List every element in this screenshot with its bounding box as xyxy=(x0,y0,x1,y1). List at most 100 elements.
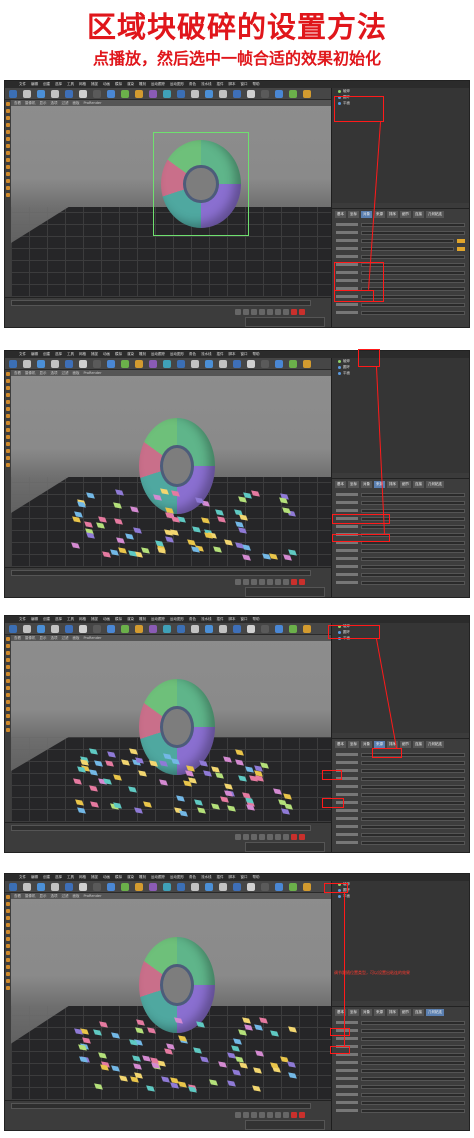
tool-icon[interactable] xyxy=(6,130,10,134)
menu-item[interactable]: 运动图形 xyxy=(170,82,184,87)
menu-item[interactable]: 创建 xyxy=(43,875,50,880)
attribute-tab[interactable]: 坐标 xyxy=(348,740,359,748)
toolbar-button[interactable] xyxy=(149,360,157,368)
attribute-field[interactable] xyxy=(361,832,465,837)
coordinate-fields[interactable] xyxy=(245,587,325,597)
attribute-field[interactable] xyxy=(361,222,465,227)
menu-item[interactable]: 模拟 xyxy=(115,82,122,87)
menu-item[interactable]: 流水线 xyxy=(201,617,212,622)
attribute-field[interactable] xyxy=(361,776,465,781)
tool-icon[interactable] xyxy=(6,393,10,397)
menu-item[interactable]: 模拟 xyxy=(115,875,122,880)
toolbar-button[interactable] xyxy=(37,625,45,633)
menu-item[interactable]: 文件 xyxy=(19,352,26,357)
menu-item[interactable]: 渲染 xyxy=(127,352,134,357)
viewport-menu-item[interactable]: 过滤 xyxy=(62,371,69,376)
play-button[interactable] xyxy=(259,834,265,840)
attribute-field[interactable] xyxy=(361,246,454,251)
attribute-tab[interactable]: 来源 xyxy=(374,1008,385,1016)
attribute-tab[interactable]: 来源 xyxy=(374,740,385,748)
attribute-tab[interactable]: 细节 xyxy=(400,740,411,748)
menu-item[interactable]: 插件 xyxy=(217,352,224,357)
toolbar-button[interactable] xyxy=(177,360,185,368)
toolbar-button[interactable] xyxy=(51,625,59,633)
toolbar-button[interactable] xyxy=(233,625,241,633)
tool-icon[interactable] xyxy=(6,979,10,983)
frame-start-button[interactable] xyxy=(235,309,241,315)
prev-key-button[interactable] xyxy=(243,309,249,315)
toolbar-button[interactable] xyxy=(149,90,157,98)
attribute-row[interactable] xyxy=(336,310,465,316)
toolbar-button[interactable] xyxy=(9,360,17,368)
tool-icon[interactable] xyxy=(6,937,10,941)
menu-item[interactable]: 工具 xyxy=(67,617,74,622)
attribute-field[interactable] xyxy=(361,1108,465,1113)
menu-item[interactable]: 雕刻 xyxy=(139,352,146,357)
attribute-tab[interactable]: 坐标 xyxy=(348,210,359,218)
menu-item[interactable]: 窗口 xyxy=(241,617,248,622)
tool-icon[interactable] xyxy=(6,658,10,662)
attribute-field[interactable] xyxy=(361,1092,465,1097)
autokey-button[interactable] xyxy=(299,1112,305,1118)
toolbar-button[interactable] xyxy=(163,883,171,891)
toolbar-button[interactable] xyxy=(219,90,227,98)
toolbar-button[interactable] xyxy=(37,360,45,368)
viewport-menu-item[interactable]: 过滤 xyxy=(62,636,69,641)
toolbar-button[interactable] xyxy=(23,883,31,891)
attribute-row[interactable] xyxy=(336,832,465,838)
toolbar-button[interactable] xyxy=(219,625,227,633)
prev-key-button[interactable] xyxy=(243,579,249,585)
menu-item[interactable]: 选择 xyxy=(55,352,62,357)
toolbar-button[interactable] xyxy=(93,360,101,368)
attribute-tab[interactable]: 细节 xyxy=(400,210,411,218)
tool-icon[interactable] xyxy=(6,414,10,418)
menu-item[interactable]: 帮助 xyxy=(253,82,260,87)
viewport-menu-item[interactable]: 选项 xyxy=(51,371,58,376)
attribute-row[interactable] xyxy=(336,1028,465,1034)
viewport-menu-item[interactable]: 显示 xyxy=(40,636,47,641)
frame-end-button[interactable] xyxy=(283,834,289,840)
attribute-row[interactable] xyxy=(336,508,465,514)
viewport-menu-item[interactable]: 显示 xyxy=(40,894,47,899)
menu-item[interactable]: 运动跟踪 xyxy=(151,617,165,622)
toolbar-button[interactable] xyxy=(205,625,213,633)
tool-icon[interactable] xyxy=(6,944,10,948)
menu-item[interactable]: 捕捉 xyxy=(91,352,98,357)
toolbar-button[interactable] xyxy=(247,883,255,891)
next-key-button[interactable] xyxy=(275,579,281,585)
tool-icon[interactable] xyxy=(6,421,10,425)
3d-viewport[interactable]: 查看 摄像机 显示 选项 过滤 面板 ProRender xyxy=(11,635,331,822)
attribute-tab[interactable]: 连接 xyxy=(413,740,424,748)
toolbar-button[interactable] xyxy=(135,90,143,98)
toolbar-button[interactable] xyxy=(247,90,255,98)
toolbar-button[interactable] xyxy=(37,883,45,891)
menu-item[interactable]: 网格 xyxy=(79,82,86,87)
tool-icon[interactable] xyxy=(6,193,10,197)
attribute-field[interactable] xyxy=(361,1020,465,1025)
viewport-menu-item[interactable]: 摄像机 xyxy=(25,636,36,641)
menu-item[interactable]: 工具 xyxy=(67,352,74,357)
attribute-row[interactable] xyxy=(336,800,465,806)
viewport-menu-item[interactable]: 面板 xyxy=(73,894,80,899)
record-button[interactable] xyxy=(291,579,297,585)
frame-end-button[interactable] xyxy=(283,309,289,315)
tool-icon[interactable] xyxy=(6,930,10,934)
menu-item[interactable]: 工具 xyxy=(67,875,74,880)
viewport-menu-item[interactable]: 选项 xyxy=(51,101,58,106)
attribute-field[interactable] xyxy=(361,500,465,505)
attribute-field[interactable] xyxy=(361,492,465,497)
attribute-tab[interactable]: 几何粘连 xyxy=(426,210,444,218)
tool-icon[interactable] xyxy=(6,679,10,683)
attribute-row[interactable] xyxy=(336,1076,465,1082)
attribute-row[interactable] xyxy=(336,1036,465,1042)
viewport-menu-item[interactable]: 查看 xyxy=(14,894,21,899)
toolbar-button[interactable] xyxy=(135,360,143,368)
toolbar-button[interactable] xyxy=(23,90,31,98)
attribute-tab[interactable]: 基本 xyxy=(335,210,346,218)
menu-item[interactable]: 脚本 xyxy=(229,875,236,880)
prev-key-button[interactable] xyxy=(243,834,249,840)
viewport-menu-item[interactable]: 显示 xyxy=(40,101,47,106)
menu-item[interactable]: 运动跟踪 xyxy=(151,352,165,357)
attribute-row[interactable] xyxy=(336,222,465,228)
attribute-row[interactable] xyxy=(336,254,465,260)
